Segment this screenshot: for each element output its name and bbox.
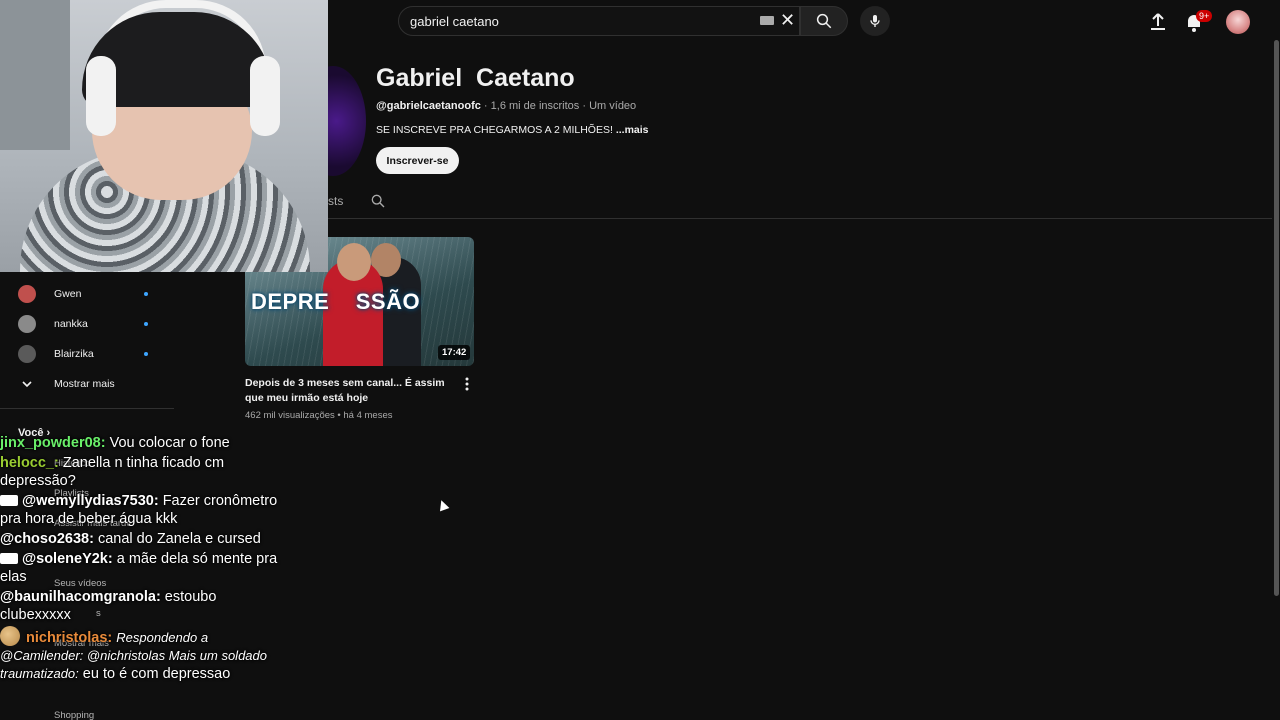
sidebar-subscription-nankka[interactable]: nankka bbox=[18, 312, 168, 336]
channel-description[interactable]: SE INSCREVE PRA CHEGARMOS A 2 MILHÕES! .… bbox=[376, 124, 649, 136]
page-scrollbar[interactable] bbox=[1274, 40, 1279, 596]
more-link[interactable]: ...mais bbox=[613, 124, 649, 136]
mouse-cursor-icon bbox=[436, 498, 450, 512]
chat-message: @soleneY2k: a mãe dela só mente pra elas bbox=[0, 551, 278, 585]
member-badge-icon bbox=[0, 553, 18, 564]
channel-handle[interactable]: @gabrielcaetanoofc bbox=[376, 100, 481, 112]
channel-meta: @gabrielcaetanoofc · 1,6 mi de inscritos… bbox=[376, 100, 637, 112]
channel-avatar-icon bbox=[18, 345, 36, 363]
sidebar-subscription-gwen[interactable]: Gwen bbox=[18, 282, 168, 306]
tabs-divider bbox=[300, 218, 1272, 219]
new-content-dot bbox=[144, 322, 148, 326]
chat-reply-message: nichristolas: Respondendo a @Camilender:… bbox=[0, 626, 290, 683]
chat-message: @baunilhacomgranola: estoubo clubexxxxx bbox=[0, 589, 217, 623]
channel-name: Gabriel Caetano bbox=[376, 64, 575, 92]
chat-message: @choso2638: canal do Zanela e cursed bbox=[0, 531, 261, 547]
tab-posts[interactable]: sts bbox=[328, 194, 343, 208]
chevron-down-icon[interactable] bbox=[21, 378, 33, 390]
thumbnail-text: DEPRE SSÃO bbox=[251, 289, 421, 314]
notification-badge: 9+ bbox=[1196, 10, 1213, 22]
cookie-avatar-icon bbox=[0, 626, 20, 646]
video-title[interactable]: Depois de 3 meses sem canal... É assim q… bbox=[245, 376, 460, 406]
channel-avatar-icon bbox=[18, 315, 36, 333]
chat-message: @wemyllydias7530: Fazer cronômetro pra h… bbox=[0, 493, 278, 527]
clear-search-icon[interactable]: ✕ bbox=[780, 11, 795, 29]
account-avatar[interactable] bbox=[1226, 10, 1250, 34]
video-duration: 17:42 bbox=[438, 345, 471, 360]
keyboard-icon[interactable] bbox=[760, 16, 774, 25]
subscribe-button[interactable]: Inscrever-se bbox=[376, 147, 459, 174]
chat-message: helocc_: Zanella n tinha ficado cm depre… bbox=[0, 455, 225, 489]
search-button[interactable] bbox=[800, 6, 848, 36]
channel-search-icon[interactable] bbox=[370, 193, 386, 209]
new-content-dot bbox=[144, 352, 148, 356]
more-options-icon[interactable] bbox=[462, 376, 472, 392]
video-count: Um vídeo bbox=[589, 100, 637, 112]
stream-chat-overlay: jinx_powder08: Vou colocar o fone helocc… bbox=[0, 434, 290, 685]
sidebar-item-shopping[interactable]: Shopping bbox=[54, 710, 94, 720]
sidebar-divider bbox=[0, 408, 174, 409]
video-meta: 462 mil visualizações • há 4 meses bbox=[245, 410, 393, 421]
search-icon bbox=[816, 13, 832, 29]
webcam-overlay bbox=[0, 0, 328, 272]
new-content-dot bbox=[144, 292, 148, 296]
chat-message: jinx_powder08: Vou colocar o fone bbox=[0, 435, 230, 451]
channel-avatar-icon bbox=[18, 285, 36, 303]
sidebar-subscription-blairzika[interactable]: Blairzika bbox=[18, 342, 168, 366]
microphone-icon bbox=[870, 15, 880, 27]
upload-icon[interactable] bbox=[1146, 10, 1170, 34]
show-more-subscriptions[interactable]: Mostrar mais bbox=[54, 378, 115, 390]
voice-search-button[interactable] bbox=[860, 6, 890, 36]
subscriber-count: 1,6 mi de inscritos bbox=[490, 100, 580, 112]
member-badge-icon bbox=[0, 495, 18, 506]
search-input[interactable]: gabriel caetano bbox=[410, 14, 499, 29]
